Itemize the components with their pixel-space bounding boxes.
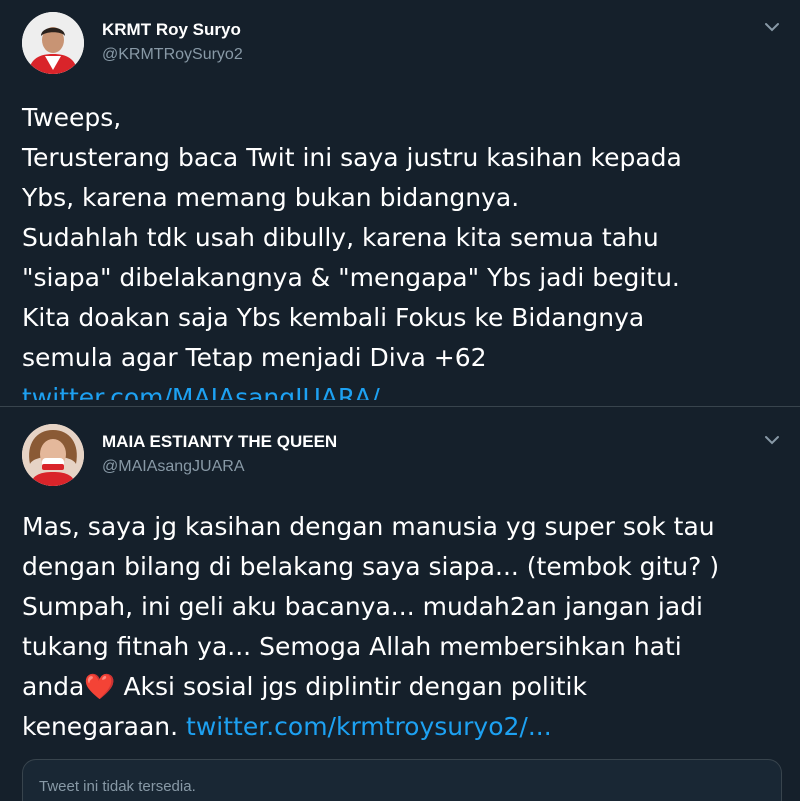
- tweet-line: tukang fitnah ya... Semoga Allah members…: [22, 632, 682, 661]
- profile-photo-icon: [22, 424, 84, 486]
- chevron-down-icon[interactable]: [762, 20, 782, 34]
- tweet-text: Mas, saya jg kasihan dengan manusia yg s…: [22, 507, 782, 747]
- tweet-krmt-roy-suryo[interactable]: KRMT Roy Suryo @KRMTRoySuryo2 Tweeps, Te…: [0, 0, 800, 400]
- tweet-text: Tweeps, Terusterang baca Twit ini saya j…: [22, 98, 782, 400]
- chevron-down-icon[interactable]: [762, 433, 782, 447]
- tweet-line-with-emoji: anda❤️ Aksi sosial jgs diplintir dengan …: [22, 667, 782, 707]
- tweet-line: Kita doakan saja Ybs kembali Fokus ke Bi…: [22, 303, 645, 332]
- avatar[interactable]: [22, 424, 84, 486]
- tweet-line: semula agar Tetap menjadi Diva +62: [22, 343, 487, 372]
- author-name[interactable]: MAIA ESTIANTY THE QUEEN: [102, 432, 337, 452]
- tweet-line-with-link: kenegaraan. twitter.com/krmtroysuryo2/..…: [22, 707, 782, 747]
- tweet-text-segment: kenegaraan.: [22, 712, 187, 741]
- tweet-maia-estianty[interactable]: MAIA ESTIANTY THE QUEEN @MAIAsangJUARA M…: [0, 406, 800, 801]
- tweet-line: "siapa" dibelakangnya & "mengapa" Ybs ja…: [22, 263, 680, 292]
- tweet-line: Tweeps,: [22, 103, 122, 132]
- author-name[interactable]: KRMT Roy Suryo: [102, 20, 241, 40]
- tweet-line: dengan bilang di belakang saya siapa... …: [22, 552, 720, 581]
- avatar[interactable]: [22, 12, 84, 74]
- author-handle[interactable]: @KRMTRoySuryo2: [102, 46, 243, 64]
- author-handle[interactable]: @MAIAsangJUARA: [102, 458, 245, 476]
- heart-emoji-icon: ❤️: [84, 672, 116, 701]
- tweet-line: Terusterang baca Twit ini saya justru ka…: [22, 143, 682, 172]
- tweet-line: Ybs, karena memang bukan bidangnya.: [22, 183, 520, 212]
- tweet-line: Sumpah, ini geli aku bacanya... mudah2an…: [22, 592, 704, 621]
- tweet-link[interactable]: twitter.com/krmtroysuryo2/...: [186, 712, 552, 741]
- tweet-link[interactable]: twitter.com/MAIAsangJUARA/...: [22, 378, 782, 400]
- quoted-tweet-card[interactable]: Tweet ini tidak tersedia.: [22, 759, 782, 801]
- tweet-line: Mas, saya jg kasihan dengan manusia yg s…: [22, 512, 715, 541]
- tweet-text-segment: Aksi sosial jgs diplintir dengan politik: [115, 672, 587, 701]
- tweet-line: Sudahlah tdk usah dibully, karena kita s…: [22, 223, 659, 252]
- profile-photo-icon: [22, 12, 84, 74]
- quoted-tweet-unavailable-text: Tweet ini tidak tersedia.: [39, 778, 196, 795]
- tweet-text-segment: anda: [22, 672, 85, 701]
